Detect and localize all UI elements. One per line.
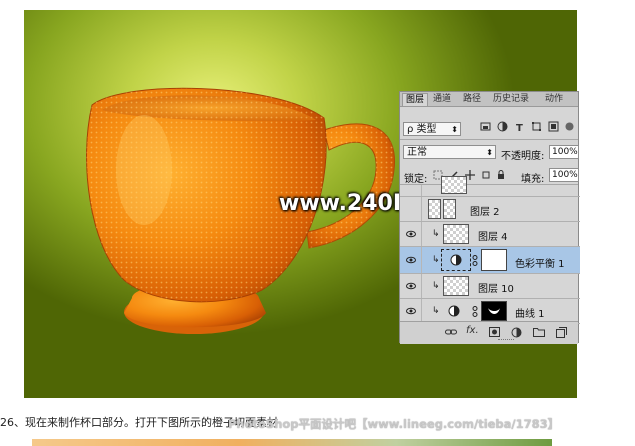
layer-row-color-balance[interactable]: ↳ 色彩平衡 1 [400,247,580,274]
visibility-eye-icon[interactable] [406,255,416,265]
link-icon[interactable] [445,327,457,337]
fill-label: 填充: [521,174,545,185]
layer-name[interactable]: 图层 10 [478,280,514,295]
layer-thumbnail [443,199,456,219]
fx-icon[interactable]: fx. [466,325,479,336]
link-icon[interactable] [472,255,478,266]
visibility-eye-icon[interactable] [406,229,416,239]
panel-tabs: 图层 通道 路径 历史记录 动作 [400,92,578,107]
adjustment-layer-icon [450,254,462,266]
blend-mode-value: 正常 [407,147,427,158]
resize-grip[interactable] [498,339,514,342]
tab-channels[interactable]: 通道 [430,93,454,105]
layer-thumbnail [443,224,469,244]
clipping-arrow-icon: ↳ [432,306,440,316]
opacity-input[interactable]: 100% [549,145,579,159]
smart-object-filter-icon[interactable] [548,121,559,132]
layer-mask-thumbnail[interactable] [481,249,507,271]
layer-thumbnail [443,276,469,296]
adjustment-layer-icon [448,305,460,317]
link-icon[interactable] [472,306,478,317]
tab-layers[interactable]: 图层 [402,93,429,106]
svg-text:T: T [516,123,523,132]
image-filter-icon[interactable] [480,121,491,132]
adjustment-filter-icon[interactable] [497,121,508,132]
blend-mode-select[interactable]: 正常 ⬍ [403,145,496,159]
layer-name[interactable]: 图层 4 [478,228,508,243]
clipping-arrow-icon: ↳ [432,255,440,265]
shape-filter-icon[interactable] [531,121,542,132]
layer-thumbnail [428,199,441,219]
layer-row-layer2[interactable]: 图层 2 [400,197,580,222]
new-layer-icon[interactable] [556,327,567,338]
adjustment-icon[interactable] [511,327,522,338]
tab-actions[interactable]: 动作 [542,93,566,105]
layer-row-layer4[interactable]: ↳ 图层 4 [400,222,580,247]
layer-mask-thumbnail[interactable] [481,301,507,321]
lock-all-icon[interactable] [496,170,506,180]
type-filter-icon[interactable]: T [514,121,525,132]
tab-paths[interactable]: 路径 [460,93,484,105]
mask-icon[interactable] [489,327,500,337]
lock-label: 锁定: [404,174,428,185]
chevron-down-icon: ⬍ [486,148,493,157]
clipping-arrow-icon: ↳ [432,281,440,291]
layer-filter-select[interactable]: ρ 类型 ⬍ [403,122,461,136]
chevron-down-icon: ⬍ [451,125,458,134]
layer-row-partial-top[interactable] [400,176,580,197]
next-image-preview [32,439,552,446]
panel-bottom-toolbar: fx. [400,321,578,344]
filter-toggle-icon[interactable] [564,121,575,132]
visibility-eye-icon[interactable] [406,281,416,291]
adjustment-thumbnail [441,249,471,271]
forum-watermark: PhotoShop平面设计吧【www.lineeg.com/tieba/1783… [228,417,560,431]
lock-artboard-icon[interactable] [481,170,491,180]
layer-name[interactable]: 图层 2 [470,203,500,218]
layer-row-layer10[interactable]: ↳ 图层 10 [400,274,580,299]
clipping-arrow-icon: ↳ [432,229,440,239]
opacity-label: 不透明度: [501,151,545,162]
visibility-eye-icon[interactable] [406,306,416,316]
layer-name[interactable]: 曲线 1 [515,305,545,320]
folder-icon[interactable] [533,327,545,337]
layers-panel: 图层 通道 路径 历史记录 动作 ρ 类型 ⬍ T 正常 ⬍ 不透明度: 100… [399,91,580,344]
layer-thumbnail [441,176,467,194]
filter-kind-label: ρ 类型 [407,124,437,135]
layer-name[interactable]: 色彩平衡 1 [515,255,565,270]
fill-input[interactable]: 100% [549,168,579,182]
tab-history[interactable]: 历史记录 [490,93,532,105]
